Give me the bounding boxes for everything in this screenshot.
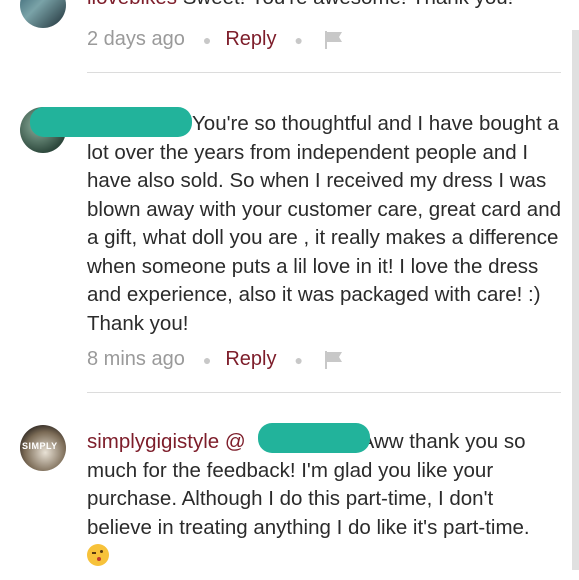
divider — [87, 72, 561, 73]
scrollbar[interactable] — [572, 30, 579, 570]
divider — [87, 392, 561, 393]
avatar[interactable] — [20, 0, 66, 28]
flag-icon[interactable] — [323, 30, 345, 50]
comment-body: You're so thoughtful and I have bought a… — [87, 110, 567, 338]
mention-prefix: @ — [224, 430, 246, 453]
separator-dot: ● — [294, 351, 303, 368]
reply-button[interactable]: Reply — [225, 28, 276, 51]
comment-text: You're so thoughtful and I have bought a… — [87, 112, 562, 335]
avatar[interactable]: SIMPLY — [20, 425, 66, 471]
flag-icon[interactable] — [323, 350, 345, 370]
separator-dot: ● — [294, 31, 303, 48]
comment-time: 8 mins ago — [87, 348, 185, 370]
kiss-emoji-icon — [87, 544, 109, 566]
comment-line: ilovebikes Sweet! You're awesome! Thank … — [87, 0, 513, 10]
comment-time: 2 days ago — [87, 28, 185, 50]
reply-button[interactable]: Reply — [225, 348, 276, 371]
separator-dot: ● — [202, 31, 212, 48]
comment-meta: 2 days ago ● Reply ● — [87, 28, 345, 51]
comment-username[interactable]: simplygigistyle — [87, 430, 219, 453]
comment-meta: 8 mins ago ● Reply ● — [87, 348, 345, 371]
redacted-mention — [258, 423, 370, 453]
comment-text: Sweet! You're awesome! Thank you! — [183, 0, 514, 9]
comment-username[interactable]: ilovebikes — [87, 0, 177, 9]
avatar-text: SIMPLY — [22, 441, 58, 451]
separator-dot: ● — [202, 351, 212, 368]
